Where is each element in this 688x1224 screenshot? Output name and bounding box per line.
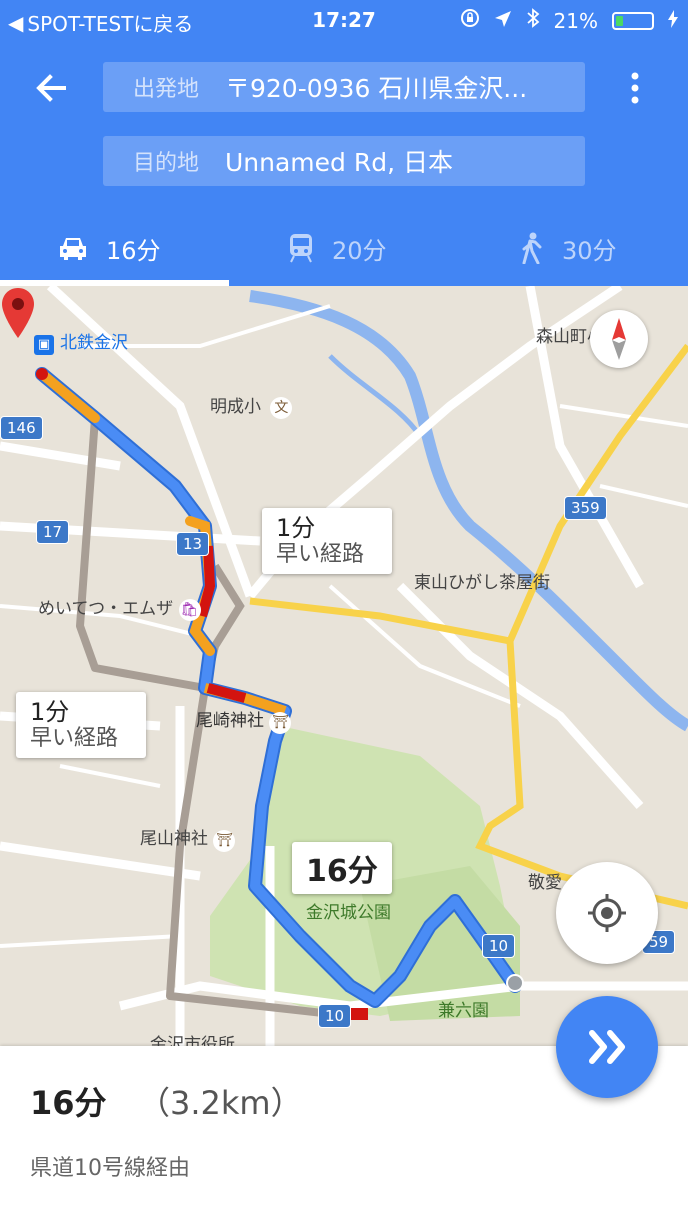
alt-route-callout-right[interactable]: 1分 早い経路 bbox=[262, 508, 392, 574]
my-location-icon bbox=[588, 894, 626, 932]
kitetsu-text: 北鉄金沢 bbox=[60, 333, 128, 353]
location-arrow-icon bbox=[494, 9, 512, 33]
route-via: 県道10号線経由 bbox=[30, 1156, 190, 1181]
alt-route-callout-left[interactable]: 1分 早い経路 bbox=[16, 692, 146, 758]
map-label-meisei: 明成小 文 bbox=[210, 392, 293, 419]
map-label-kitetsu: ▣ 北鉄金沢 bbox=[34, 328, 128, 355]
map-label-kenrokuen: 兼六園 bbox=[438, 1001, 489, 1021]
route-shield-10a: 10 bbox=[482, 934, 516, 958]
route-shield-13: 13 bbox=[176, 532, 210, 556]
compass-button[interactable] bbox=[590, 310, 648, 368]
route-shield-10b: 10 bbox=[318, 1004, 352, 1028]
tab-transit-label: 20分 bbox=[332, 236, 387, 265]
route-shield-359: 359 bbox=[564, 496, 607, 520]
tab-drive-label: 16分 bbox=[106, 236, 161, 265]
shrine-icon-2: ⛩ bbox=[213, 830, 236, 852]
main-route-callout[interactable]: 16分 bbox=[292, 842, 392, 894]
shopping-bag-icon: 🛍 bbox=[178, 599, 201, 621]
station-icon: ▣ bbox=[34, 335, 54, 355]
tab-walk[interactable]: 30分 bbox=[520, 210, 617, 286]
ozaki-text: 尾崎神社 bbox=[196, 711, 264, 731]
route-shield-17: 17 bbox=[36, 520, 70, 544]
route-duration: 16分 bbox=[30, 1084, 107, 1122]
start-navigation-button[interactable] bbox=[556, 996, 658, 1098]
map-label-ozaki: 尾崎神社 ⛩ bbox=[196, 706, 292, 734]
destination-label: 目的地 bbox=[133, 151, 200, 176]
oyama-text: 尾山神社 bbox=[140, 829, 208, 849]
train-icon bbox=[290, 234, 312, 263]
alt-route-right-text: 早い経路 bbox=[276, 542, 365, 567]
battery-percent: 21% bbox=[553, 8, 598, 33]
more-vert-icon bbox=[631, 72, 639, 104]
rotation-lock-icon bbox=[460, 8, 480, 33]
map-label-castle-park: 金沢城公園 bbox=[306, 903, 391, 923]
battery-level bbox=[616, 15, 623, 26]
route-shield-146: 146 bbox=[0, 416, 43, 440]
destination-point bbox=[506, 974, 524, 992]
double-chevron-right-icon bbox=[589, 1030, 625, 1064]
destination-field[interactable]: 目的地 Unnamed Rd, 日本 bbox=[103, 136, 585, 186]
meisei-text: 明成小 bbox=[210, 397, 261, 417]
map-label-oyama: 尾山神社 ⛩ bbox=[140, 824, 236, 852]
tab-walk-label: 30分 bbox=[562, 236, 617, 265]
arrow-back-icon bbox=[36, 74, 66, 102]
origin-field[interactable]: 出発地 〒920-0936 石川県金沢... bbox=[103, 62, 585, 112]
tab-drive[interactable]: 16分 bbox=[58, 210, 161, 286]
map-label-meitetsu: めいてつ・エムザ 🛍 bbox=[38, 594, 201, 621]
map-view[interactable]: ▣ 北鉄金沢 明成小 文 森山町小 東山ひがし茶屋街 めいてつ・エムザ 🛍 尾崎神… bbox=[0, 286, 688, 1046]
status-bar: ◀ SPOT-TESTに戻る 17:27 21% bbox=[0, 0, 688, 40]
origin-value: 〒920-0936 石川県金沢... bbox=[225, 74, 528, 103]
car-icon bbox=[60, 238, 86, 260]
route-start-point bbox=[36, 368, 48, 380]
destination-value: Unnamed Rd, 日本 bbox=[225, 148, 453, 177]
alt-route-left-text: 早い経路 bbox=[30, 726, 119, 751]
map-label-higashi: 東山ひがし茶屋街 bbox=[414, 573, 550, 593]
compass-icon bbox=[612, 318, 626, 360]
shrine-icon: ⛩ bbox=[269, 712, 292, 734]
origin-pin-icon[interactable] bbox=[0, 286, 36, 346]
walk-icon bbox=[522, 232, 542, 264]
bluetooth-icon bbox=[526, 8, 540, 33]
school-icon: 文 bbox=[270, 397, 293, 419]
back-arrow-button[interactable] bbox=[30, 66, 74, 110]
alt-route-left-time: 1分 bbox=[30, 698, 70, 726]
status-indicators: 21% bbox=[460, 8, 678, 33]
meitetsu-text: めいてつ・エムザ bbox=[38, 599, 174, 619]
map-label-city-hall: 金沢市役所 bbox=[150, 1035, 235, 1046]
origin-label: 出発地 bbox=[133, 77, 200, 102]
more-options-button[interactable] bbox=[620, 66, 650, 110]
travel-mode-tabs: 16分 20分 30分 bbox=[0, 210, 688, 286]
battery-icon bbox=[612, 11, 654, 30]
alt-route-right-time: 1分 bbox=[276, 514, 316, 542]
route-distance: （3.2km） bbox=[138, 1084, 303, 1122]
tab-transit[interactable]: 20分 bbox=[288, 210, 387, 286]
charging-icon bbox=[668, 9, 678, 33]
directions-header: ◀ SPOT-TESTに戻る 17:27 21% 出発地 〒920-0936 石… bbox=[0, 0, 688, 286]
traffic-orange-1 bbox=[37, 369, 100, 423]
my-location-button[interactable] bbox=[556, 862, 658, 964]
